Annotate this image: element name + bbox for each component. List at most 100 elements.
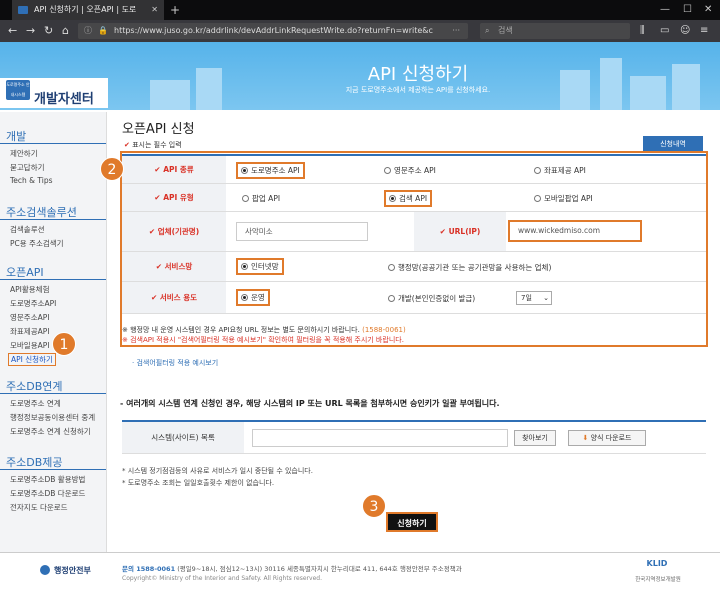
browse-button[interactable]: 찾아보기 [514,430,556,446]
label-text: URL(IP) [448,227,481,236]
radio-mobile-popup-api[interactable]: 모바일팝업 API [534,193,593,204]
url-input[interactable]: www.wickedmiso.com [508,220,642,242]
sidebar-item[interactable]: 도로명주소DB 활용방법 [10,474,85,485]
sidebar-item[interactable]: 검색솔루션 [10,224,45,235]
row-system-list: 시스템(사이트) 목록 찾아보기 ⬇ 양식 다운로드 [122,420,706,454]
sidebar-item[interactable]: 영문주소API [10,312,49,323]
radio-development[interactable]: 개발(본인인증없이 발급) [388,293,475,304]
check-icon: ✔ [439,227,446,236]
search-input[interactable]: ⌕ 검색 [480,23,630,39]
radio-english-api[interactable]: 영문주소 API [384,165,436,176]
browser-tab[interactable]: API 신청하기 | 오픈API | 도로 ✕ [12,0,164,20]
menu-icon[interactable]: ≡ [700,24,708,38]
sidebar-item[interactable]: 도로명주소DB 다운로드 [10,488,85,499]
company-input[interactable]: 사악미소 [236,222,368,241]
sidebar-item[interactable]: PC용 주소검색기 [10,238,64,249]
radio-admin-net[interactable]: 행정망(공공기관 또는 공기관망을 사용하는 업체) [388,262,551,273]
minimize-icon[interactable]: — [660,0,670,20]
klid-name: 한국지역정보개발원 [635,577,681,583]
logo-text[interactable]: 개발자센터 [34,88,94,107]
sidebar-section-dev[interactable]: 개발 [6,128,26,144]
radio-operation[interactable]: 운영 [236,289,270,306]
sidebar-item[interactable]: 행정정보공동이용센터 중계 [10,412,95,423]
label-api-kind: ✔ API 유형 [122,184,226,211]
note-filter: ※ 검색API 적용시 "검색어필터링 적용 예시보기" 확인하여 필터링을 꼭… [122,336,404,344]
lock-icon[interactable]: 🔒 [98,23,108,39]
sidebar-item[interactable]: 도로명주소API [10,298,56,309]
divider [0,469,106,470]
required-note-text: 표시는 필수 입력 [132,141,182,149]
sidebar-item[interactable]: 도로명주소 연계 [10,398,61,409]
footer-copyright: Copyright© Ministry of the Interior and … [122,575,322,582]
new-tab-icon[interactable]: + [170,0,180,20]
info-icon[interactable]: ⓘ [84,23,92,39]
back-icon[interactable]: ← [8,24,17,38]
label-url: ✔ URL(IP) [414,212,506,251]
filter-example-link[interactable]: · 검색어필터링 적용 예시보기 [132,358,218,368]
home-icon[interactable]: ⌂ [62,24,69,38]
option-label: 팝업 API [252,194,281,203]
row-company-url: ✔ 업체(기관명) 사악미소 ✔ URL(IP) www.wickedmiso.… [122,212,706,252]
sidebar-item[interactable]: 전자지도 다운로드 [10,502,68,513]
city-decoration [630,76,666,110]
radio-search-api[interactable]: 검색 API [384,190,433,207]
radio-coord-api[interactable]: 좌표제공 API [534,165,586,176]
radio-road-api[interactable]: 도로명주소 API [236,162,305,179]
radio-icon [389,195,396,202]
label-api-type: ✔ API 종류 [122,156,226,183]
city-decoration [600,58,622,110]
required-note: ✔ 표시는 필수 입력 [124,140,182,150]
submit-button[interactable]: 신청하기 [386,512,438,532]
sidebar-section-dbprovide[interactable]: 주소DB제공 [6,454,63,470]
annotation-badge-3: 3 [362,494,386,518]
system-file-input[interactable] [252,429,508,447]
period-select[interactable]: 7일 ⌄ [516,291,552,305]
annotation-badge-1: 1 [52,332,76,356]
url-bar[interactable]: ⓘ 🔒 https://www.juso.go.kr/addrlink/devA… [78,23,468,39]
sidebar-item[interactable]: 묻고답하기 [10,162,45,173]
sidebar-item[interactable]: Tech & Tips [10,176,53,185]
maximize-icon[interactable]: ☐ [683,0,692,20]
sidebar-section-solution[interactable]: 주소검색솔루션 [6,204,77,220]
forward-icon[interactable]: → [26,24,35,38]
footer-hours: (평일9~18시, 점심12~13시) [177,565,263,573]
banner: API 신청하기 지금 도로명주소에서 제공하는 API를 신청하세요. [0,42,720,110]
option-label: 인터넷망 [251,262,279,271]
radio-popup-api[interactable]: 팝업 API [242,193,280,204]
reload-icon[interactable]: ↻ [44,24,53,38]
page-actions-icon[interactable]: ··· [452,23,460,39]
history-button[interactable]: 신청내역 [643,136,703,152]
label-text: 업체(기관명) [157,227,200,236]
sidebar-item[interactable]: 제안하기 [10,148,38,159]
radio-icon [388,264,395,271]
sidebar-section-dblink[interactable]: 주소DB연계 [6,378,63,394]
radio-icon [534,195,541,202]
radio-icon [241,167,248,174]
sidebar-item[interactable]: 좌표제공API [10,326,49,337]
label-text: 서비스망 [164,262,193,271]
logo-emblem: 도로명주소 안내시스템 [6,80,30,100]
account-icon[interactable]: ☺ [680,24,690,38]
annotation-badge-2: 2 [100,157,124,181]
row-api-type: ✔ API 종류 도로명주소 API 영문주소 API 좌표제공 API [122,156,706,184]
page: API 신청하기 지금 도로명주소에서 제공하는 API를 신청하세요. 도로명… [0,42,720,591]
city-decoration [150,80,190,110]
sidebar-section-openapi[interactable]: 오픈API [6,264,44,280]
template-download-button[interactable]: ⬇ 양식 다운로드 [568,430,646,446]
sidebar-toggle-icon[interactable]: ▭ [660,24,669,38]
radio-internet-net[interactable]: 인터넷망 [236,258,284,275]
close-window-icon[interactable]: ✕ [704,0,712,20]
nav-bar: ← → ↻ ⌂ ⓘ 🔒 https://www.juso.go.kr/addrl… [0,20,720,42]
favicon-icon [18,6,28,14]
sidebar-item[interactable]: 도로명주소 연계 신청하기 [10,426,91,437]
sidebar-item[interactable]: API활용체험 [10,284,49,295]
library-icon[interactable]: ⫼ [640,24,645,38]
sidebar-item-api-request[interactable]: API 신청하기 [8,353,56,366]
option-label: 운영 [251,293,265,302]
footer-phone: 문의 1588-0061 [122,565,176,573]
close-tab-icon[interactable]: ✕ [151,0,158,20]
note-admin-net: ※ 행정망 내 운영 시스템인 경우 API요청 URL 정보는 별도 문의하시… [122,325,406,335]
chevron-down-icon: ⌄ [543,294,549,302]
download-icon: ⬇ [582,434,589,442]
sidebar-item[interactable]: 모바일용API [10,340,49,351]
